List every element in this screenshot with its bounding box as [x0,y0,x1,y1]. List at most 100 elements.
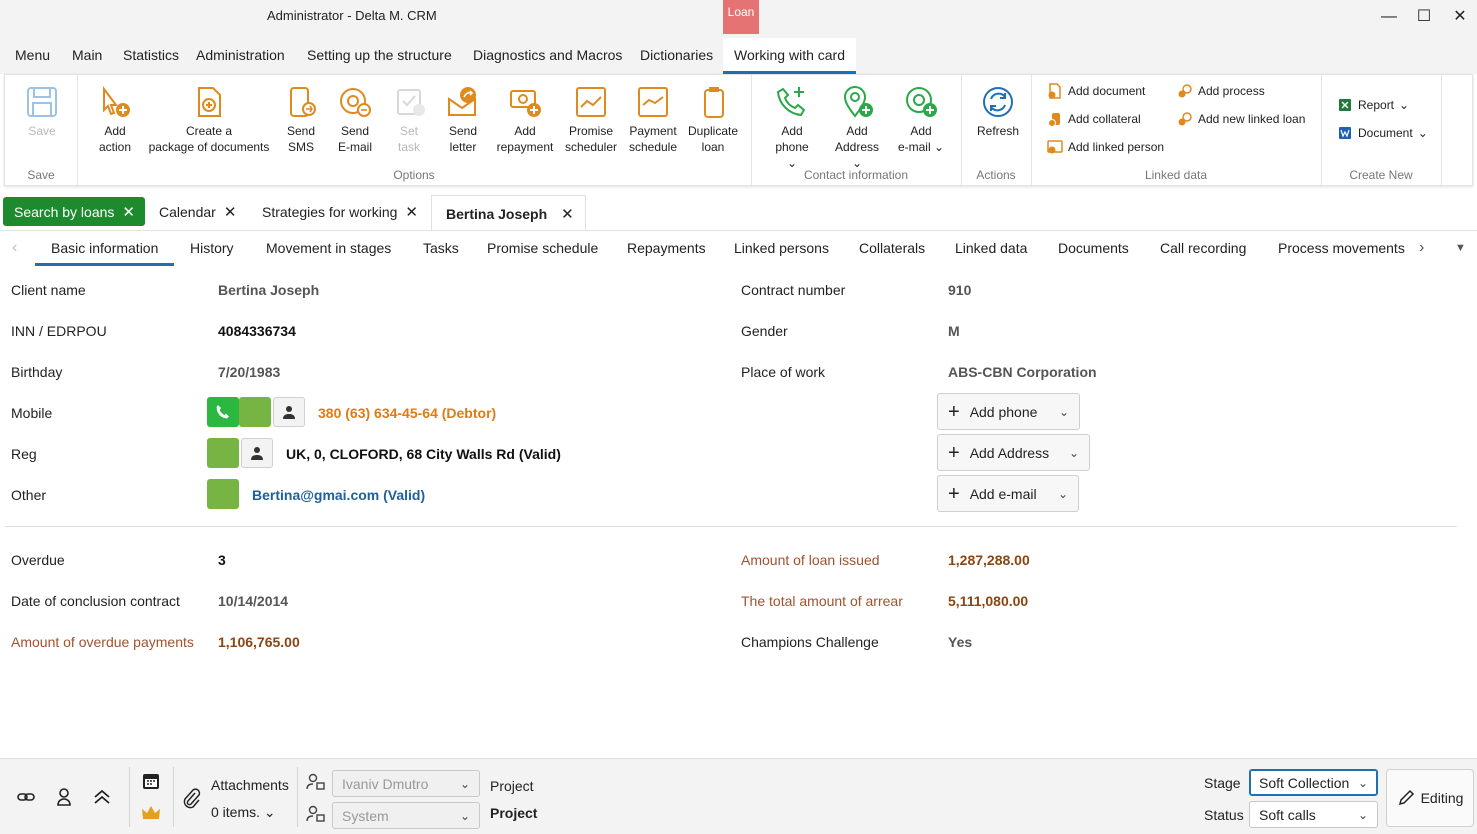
add-phone-ribbon-button[interactable]: Add phone ⌄ [769,85,815,171]
link-icon[interactable] [16,787,36,812]
send-email-label-2: E-mail [337,140,372,154]
tab-movement-in-stages[interactable]: Movement in stages [266,240,391,256]
window-title: Administrator - Delta M. CRM [267,8,437,23]
send-email-button[interactable]: Send E-mail [333,85,377,155]
group-label-options: Options [393,168,435,182]
responsible-user-select[interactable]: Ivaniv Dmutro ⌄ [332,770,480,797]
payment-schedule-button[interactable]: Payment schedule [625,85,681,155]
duplicate-loan-button[interactable]: Duplicate loan [685,85,741,155]
email-value[interactable]: Bertina@gmai.com (Valid) [252,487,425,503]
tab-current-client[interactable]: Bertina Joseph ✕ [431,195,586,231]
add-new-linked-loan-button[interactable]: Add new linked loan [1177,111,1305,127]
menu-item-structure[interactable]: Setting up the structure [307,47,452,63]
system-user-select[interactable]: System ⌄ [332,802,480,829]
report-dropdown-button[interactable]: Report ⌄ [1337,97,1409,113]
editing-button[interactable]: Editing [1386,769,1474,827]
promise-scheduler-button[interactable]: Promise scheduler [563,85,619,155]
tab-strategies[interactable]: Strategies for working ✕ [262,197,418,226]
attachments-count[interactable]: 0 items. ⌄ [211,804,276,821]
tab-search-by-loans[interactable]: Search by loans ✕ [3,197,145,226]
menu-item-menu[interactable]: Menu [15,47,50,63]
separator [297,767,298,827]
email-status-indicator[interactable] [207,479,239,509]
ribbon: Save Save Add action Create a package of… [4,74,1473,187]
reg-status-indicator[interactable] [207,438,239,468]
add-collateral-button[interactable]: Add collateral [1047,111,1141,127]
mobile-person-button[interactable] [273,397,305,427]
tab-process-movements[interactable]: Process movements [1278,240,1405,256]
chevron-left-icon[interactable]: ‹ [12,239,17,257]
tab-promise-schedule[interactable]: Promise schedule [487,240,598,256]
tab-strategies-label: Strategies for working [262,203,398,220]
tab-search-label: Search by loans [14,203,115,220]
calendar-icon[interactable] [141,771,161,796]
stage-select[interactable]: Soft Collection ⌄ [1249,769,1378,796]
separator [129,767,130,827]
tab-call-recording[interactable]: Call recording [1160,240,1246,256]
add-email-ribbon-button[interactable]: Add e-mail ⌄ [897,85,945,155]
add-process-label: Add process [1198,84,1265,98]
chevron-right-icon[interactable]: › [1419,239,1424,257]
reg-address-value[interactable]: UK, 0, CLOFORD, 68 City Walls Rd (Valid) [286,446,561,462]
add-address-ribbon-button[interactable]: Add Address ⌄ [831,85,883,171]
close-icon[interactable]: ✕ [405,203,418,221]
paperclip-icon[interactable] [181,787,201,814]
menu-item-working-with-card[interactable]: Working with card [723,38,857,74]
send-letter-button[interactable]: Send letter [445,85,481,155]
menu-item-dictionaries[interactable]: Dictionaries [640,47,713,63]
maximize-button[interactable]: ☐ [1409,6,1439,28]
tab-documents[interactable]: Documents [1058,240,1129,256]
add-document-button[interactable]: Add document [1047,83,1145,99]
call-button[interactable] [207,397,239,427]
letter-icon [448,87,476,116]
amount-issued-value: 1,287,288.00 [948,552,1030,568]
menu-item-statistics[interactable]: Statistics [123,47,179,63]
menu-item-main[interactable]: Main [72,47,102,63]
user-icon[interactable] [55,787,73,812]
document-tabs: Search by loans ✕ Calendar ✕ Strategies … [0,195,1477,231]
add-action-button[interactable]: Add action [93,85,137,155]
stage-value: Soft Collection [1259,774,1350,791]
add-process-button[interactable]: Add process [1177,83,1265,99]
tab-tasks[interactable]: Tasks [423,240,459,256]
close-icon[interactable]: ✕ [122,203,135,221]
create-package-button[interactable]: Create a package of documents [147,85,271,155]
close-button[interactable]: ✕ [1445,6,1475,28]
menu-item-diagnostics[interactable]: Diagnostics and Macros [473,47,622,63]
tab-linked-data[interactable]: Linked data [955,240,1027,256]
total-arrear-value: 5,111,080.00 [948,593,1029,609]
tab-repayments[interactable]: Repayments [627,240,706,256]
add-address-button[interactable]: + Add Address ⌄ [937,434,1090,471]
set-task-button[interactable]: Set task [393,85,425,155]
tabs-overflow-icon[interactable]: ▼ [1455,242,1466,254]
reg-person-button[interactable] [241,438,273,468]
add-email-label: Add e-mail [969,485,1037,502]
tab-history[interactable]: History [190,240,234,256]
tab-calendar[interactable]: Calendar ✕ [159,197,236,226]
close-icon[interactable]: ✕ [561,205,574,223]
menu-item-administration[interactable]: Administration [196,47,285,63]
tab-calendar-label: Calendar [159,203,216,220]
minimize-button[interactable]: — [1374,6,1404,28]
add-email-button[interactable]: + Add e-mail ⌄ [937,475,1079,512]
mobile-value[interactable]: 380 (63) 634-45-64 (Debtor) [318,405,496,421]
save-button[interactable]: Save [23,85,61,139]
chevron-down-icon: ⌄ [1357,775,1368,790]
add-repayment-button[interactable]: Add repayment [493,85,557,155]
double-chevron-up-icon[interactable] [92,787,112,812]
tab-basic-information[interactable]: Basic information [35,240,175,266]
plus-icon: + [948,400,960,423]
inn-label: INN / EDRPOU [11,323,107,339]
add-phone-button[interactable]: + Add phone ⌄ [937,393,1080,430]
document-dropdown-button[interactable]: Document ⌄ [1337,125,1428,141]
refresh-button[interactable]: Refresh [973,85,1023,139]
send-sms-button[interactable]: Send SMS [281,85,321,155]
add-linked-person-button[interactable]: Add linked person [1047,139,1164,155]
mobile-status-indicator[interactable] [239,397,271,427]
close-icon[interactable]: ✕ [224,203,237,221]
add-action-icon [103,86,130,117]
tab-linked-persons[interactable]: Linked persons [734,240,829,256]
status-select[interactable]: Soft calls ⌄ [1249,801,1378,828]
add-action-label-2: action [98,140,132,154]
tab-collaterals[interactable]: Collaterals [859,240,925,256]
